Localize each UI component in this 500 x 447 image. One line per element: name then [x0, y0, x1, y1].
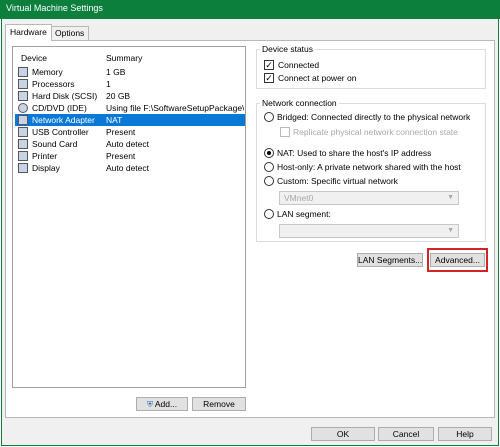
title-bar: Virtual Machine Settings [0, 0, 500, 19]
device-row-display[interactable]: Display Auto detect [15, 162, 245, 174]
hard-disk-icon [18, 91, 28, 101]
sound-card-icon [18, 139, 28, 149]
device-summary: 1 GB [106, 67, 126, 77]
lan-segment-radio[interactable] [264, 209, 274, 219]
device-name: USB Controller [32, 127, 89, 137]
custom-radio[interactable] [264, 176, 274, 186]
chevron-down-icon: ▼ [447, 227, 454, 234]
device-row-memory[interactable]: Memory 1 GB [15, 66, 245, 78]
device-summary: Present [106, 127, 136, 137]
device-row-hard-disk[interactable]: Hard Disk (SCSI) 20 GB [15, 90, 245, 102]
remove-device-button[interactable]: Remove [192, 397, 246, 411]
device-row-usb-controller[interactable]: USB Controller Present [15, 126, 245, 138]
connect-at-power-on-checkbox[interactable]: ✓ [264, 73, 274, 83]
device-summary: NAT [106, 115, 123, 125]
cd-dvd-icon [18, 103, 28, 113]
highlight-box [427, 248, 488, 272]
memory-icon [18, 67, 28, 77]
tab-hardware[interactable]: Hardware [5, 24, 52, 41]
window-title: Virtual Machine Settings [6, 3, 103, 13]
device-name: Hard Disk (SCSI) [32, 91, 98, 101]
device-row-printer[interactable]: Printer Present [15, 150, 245, 162]
custom-network-select[interactable]: VMnet0 ▼ [279, 191, 459, 205]
device-summary: Auto detect [106, 163, 150, 173]
ok-button[interactable]: OK [311, 427, 375, 441]
device-row-sound-card[interactable]: Sound Card Auto detect [15, 138, 245, 150]
help-button[interactable]: Help [438, 427, 492, 441]
shield-icon: ⛨ [146, 400, 153, 409]
printer-icon [18, 151, 28, 161]
column-header-summary[interactable]: Summary [106, 53, 142, 63]
add-device-button[interactable]: ⛨ Add... [136, 397, 188, 411]
display-icon [18, 163, 28, 173]
bridged-radio[interactable] [264, 112, 274, 122]
device-name: Network Adapter [32, 115, 95, 125]
add-button-label: Add... [154, 399, 178, 409]
device-summary: Auto detect [106, 139, 150, 149]
device-summary: Present [106, 151, 136, 161]
device-status-title: Device status [260, 44, 316, 54]
custom-label: Custom: Specific virtual network [277, 176, 398, 186]
device-name: Processors [32, 79, 75, 89]
connect-at-power-on-label: Connect at power on [278, 73, 357, 83]
device-row-network-adapter[interactable]: Network Adapter NAT [15, 114, 245, 126]
network-connection-title: Network connection [260, 98, 339, 108]
device-summary: Using file F:\SoftwareSetupPackage\... [106, 103, 244, 113]
column-header-device[interactable]: Device [21, 53, 47, 63]
chevron-down-icon: ▼ [447, 194, 454, 201]
device-row-cd-dvd[interactable]: CD/DVD (IDE) Using file F:\SoftwareSetup… [15, 102, 245, 114]
device-name: CD/DVD (IDE) [32, 103, 87, 113]
bridged-label: Bridged: Connected directly to the physi… [277, 112, 471, 122]
custom-network-value: VMnet0 [284, 193, 314, 203]
device-name: Memory [32, 67, 63, 77]
nat-label: NAT: Used to share the host's IP address [277, 148, 432, 158]
processor-icon [18, 79, 28, 89]
host-only-label: Host-only: A private network shared with… [277, 162, 461, 172]
host-only-radio[interactable] [264, 162, 274, 172]
replicate-label: Replicate physical network connection st… [293, 127, 458, 137]
connected-label: Connected [278, 60, 320, 70]
lan-segment-select[interactable]: ▼ [279, 224, 459, 238]
cancel-button[interactable]: Cancel [378, 427, 434, 441]
device-row-processors[interactable]: Processors 1 [15, 78, 245, 90]
connected-checkbox[interactable]: ✓ [264, 60, 274, 70]
nat-radio[interactable] [264, 148, 274, 158]
device-list[interactable]: Device Summary Memory 1 GB Processors 1 … [12, 46, 246, 388]
device-name: Display [32, 163, 60, 173]
usb-icon [18, 127, 28, 137]
network-adapter-icon [18, 115, 28, 125]
tab-options[interactable]: Options [50, 26, 90, 40]
replicate-checkbox[interactable] [280, 127, 290, 137]
lan-segment-label: LAN segment: [277, 209, 331, 219]
device-summary: 20 GB [106, 91, 131, 101]
network-connection-group [256, 103, 486, 242]
lan-segments-button[interactable]: LAN Segments... [357, 253, 423, 267]
device-name: Sound Card [32, 139, 78, 149]
device-summary: 1 [106, 79, 111, 89]
device-name: Printer [32, 151, 58, 161]
